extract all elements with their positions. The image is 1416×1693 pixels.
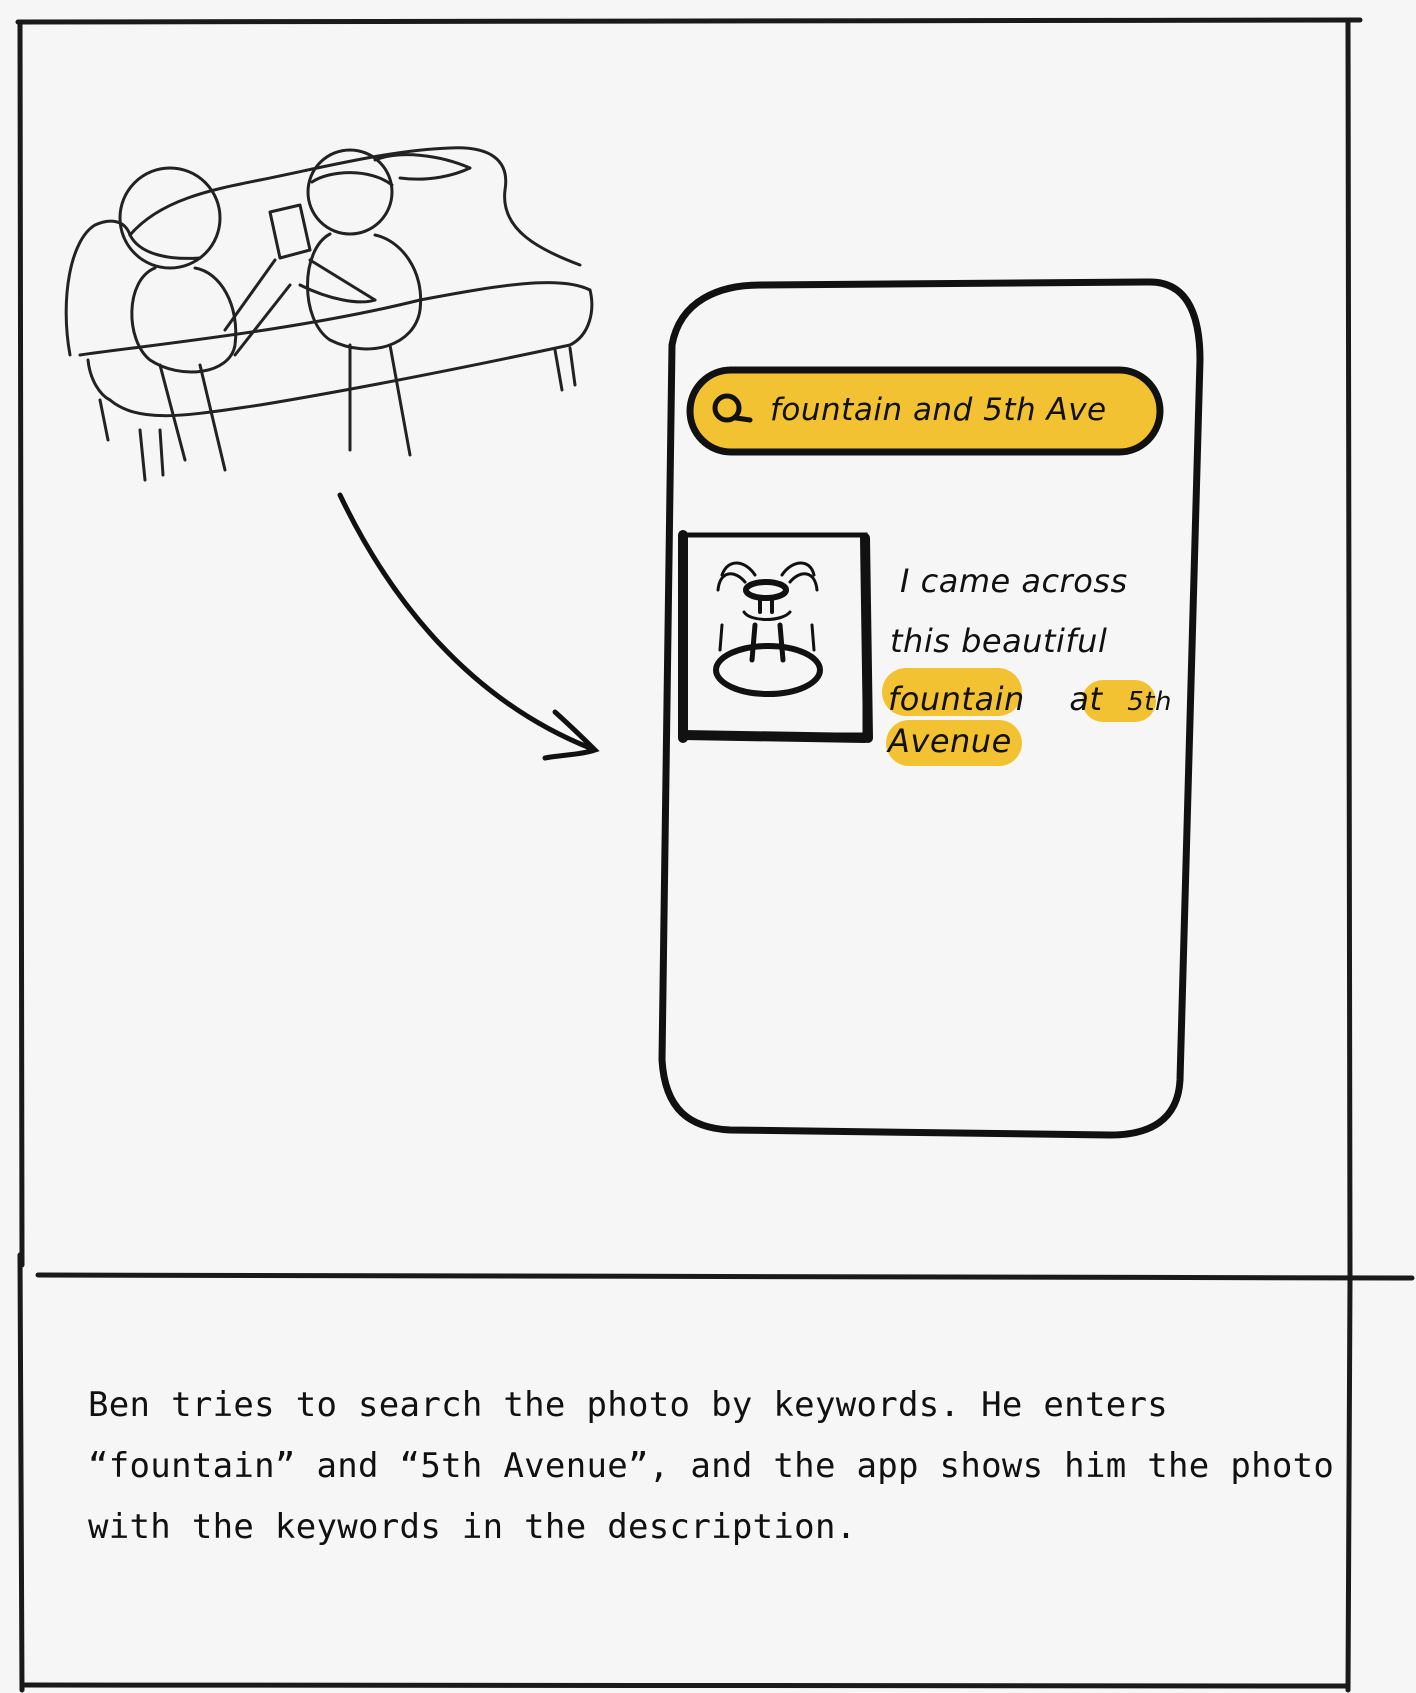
fountain-icon [713, 561, 823, 697]
arrow [337, 492, 600, 761]
post-word-at: at [1069, 680, 1103, 718]
couch-people-sketch [64, 146, 594, 482]
post-description-line: I came across [900, 562, 1128, 600]
keyword-fountain: fountain [888, 680, 1025, 718]
keyword-avenue: Avenue [888, 722, 1012, 760]
post-description-line: this beautiful [890, 622, 1108, 660]
post-description-line: fountain at 5th [888, 680, 1172, 718]
search-query[interactable]: fountain and 5th Ave [770, 392, 1107, 428]
photo-thumbnail [678, 530, 873, 743]
storyboard-caption: Ben tries to search the photo by keyword… [88, 1385, 1335, 1547]
post-description-line: Avenue [888, 722, 1012, 760]
keyword-5th: 5th [1127, 687, 1172, 717]
